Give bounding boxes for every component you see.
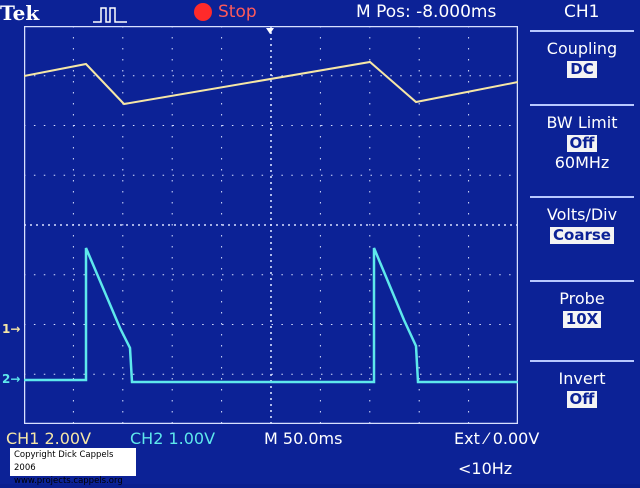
menu-title: CH1 <box>564 2 600 22</box>
softkey-sublabel: 60MHz <box>554 153 610 172</box>
ch1-scale: CH1 2.00V <box>6 429 92 448</box>
softkey-invert[interactable]: Invert Off <box>530 360 634 408</box>
softkey-value: Off <box>566 391 598 408</box>
brand-logo: Tek <box>0 1 40 25</box>
ch1-ground-marker: 1→ <box>2 322 21 336</box>
softkey-value: 10X <box>562 311 602 328</box>
copyright-notice: Copyright Dick Cappels 2006 www.projects… <box>10 448 136 486</box>
softkey-label: Volts/Div <box>546 205 618 224</box>
softkey-value: DC <box>567 61 597 78</box>
copyright-url: www.projects.cappels.org <box>14 476 123 486</box>
softkey-coupling[interactable]: Coupling DC <box>530 30 634 78</box>
horizontal-position: M Pos: -8.000ms <box>356 2 497 22</box>
stop-icon <box>194 3 212 21</box>
run-state: Stop <box>218 2 257 22</box>
time-scale: M 50.0ms <box>264 429 343 448</box>
softkey-value: Off <box>566 135 598 152</box>
softkey-bw-limit[interactable]: BW Limit Off 60MHz <box>530 104 634 172</box>
trigger-position-icon <box>266 28 274 34</box>
softkey-label: BW Limit <box>546 113 618 132</box>
softkey-label: Coupling <box>546 39 618 58</box>
softkey-probe[interactable]: Probe 10X <box>530 280 634 328</box>
softkey-label: Probe <box>559 289 605 308</box>
softkey-volts-div[interactable]: Volts/Div Coarse <box>530 196 634 244</box>
trigger-info: Ext ⁄ 0.00V <box>454 429 540 448</box>
trigger-status-icon <box>93 7 127 23</box>
ch2-ground-marker: 2→ <box>2 372 21 386</box>
graticule <box>24 26 518 424</box>
oscilloscope-screen: Tek Stop M Pos: -8.000ms CH1 1→ 2→ Coupl… <box>0 0 640 486</box>
softkey-value: Coarse <box>550 227 614 244</box>
graticule-grid <box>24 26 518 424</box>
softkey-label: Invert <box>558 369 606 388</box>
ch2-scale: CH2 1.00V <box>130 429 216 448</box>
copyright-line: Copyright Dick Cappels 2006 <box>14 450 114 473</box>
trigger-frequency: <10Hz <box>458 459 513 478</box>
